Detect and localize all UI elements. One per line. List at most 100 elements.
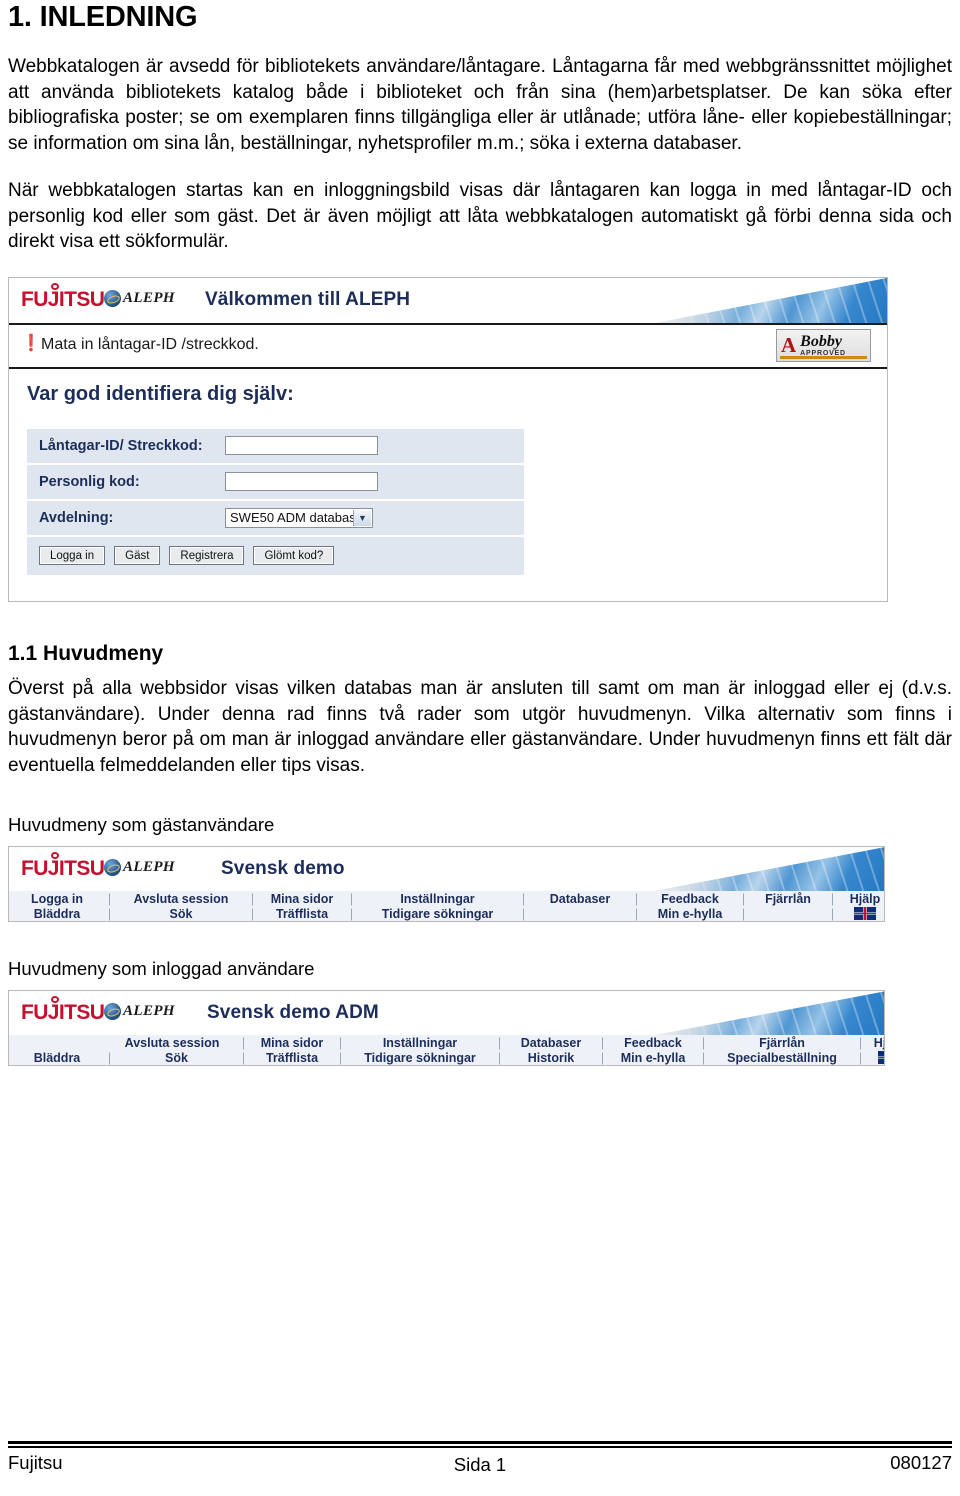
menu-item-avsluta-session[interactable]: Avsluta session [114,891,248,906]
menu-item-tidigare-sokningar[interactable]: Tidigare sökningar [345,1050,495,1065]
guest-header-title: Svensk demo [221,858,345,880]
menu-item-specialbestallning[interactable]: Specialbeställning [708,1050,856,1065]
document-page: 1. INLEDNING Webbkatalogen är avsedd för… [0,0,960,1496]
menu-item-installningar[interactable]: Inställningar [345,1035,495,1050]
fujitsu-logo: FUJITSU [21,282,105,310]
login-screenshot: FUJITSU ALEPH Välkommen till ALEPH ❗ Mat… [8,276,888,602]
login-button[interactable]: Logga in [39,546,106,566]
message-strip [9,1065,884,1066]
caption-guest-menu: Huvudmeny som gästanvändare [8,814,275,836]
header-photo [544,991,884,1036]
department-label: Avdelning: [27,499,219,537]
aleph-logo: ALEPH [104,1003,176,1021]
menu-separator: | [521,906,526,921]
fujitsu-dot-icon [51,282,59,290]
menu-separator: | [497,1035,502,1050]
form-row-buttons: Logga in Gäst Registrera Glömt kod? [27,535,524,577]
menu-item-mina-sidor[interactable]: Mina sidor [248,1035,336,1050]
menu-item-installningar[interactable]: Inställningar [356,891,519,906]
password-input[interactable] [225,472,378,492]
guest-menu-row-2: Bläddra | Sök | Träfflista | Tidigare sö… [9,906,884,922]
warning-icon: ❗ [21,334,41,352]
department-select[interactable]: SWE50 ADM databas ▼ [225,507,373,528]
menu-item-fjarrlan[interactable]: Fjärrlån [708,1035,856,1050]
page-title: 1. INLEDNING [8,1,198,33]
logged-in-menu-row-1: Avsluta session | Mina sidor | Inställni… [9,1035,884,1051]
menu-separator: | [600,1035,605,1050]
menu-separator: | [107,1050,112,1065]
forgot-password-button[interactable]: Glömt kod? [253,546,335,566]
menu-item-databaser[interactable]: Databaser [504,1035,598,1050]
menu-item-hjalp[interactable]: Hjälp [837,891,884,906]
menu-item-databaser[interactable]: Databaser [528,891,632,906]
fujitsu-logo: FUJITSU [21,996,105,1023]
menu-separator: | [634,891,639,906]
menu-separator: | [741,891,746,906]
flag-uk-icon [878,1051,884,1065]
menu-item-historik[interactable]: Historik [504,1050,598,1065]
aleph-logo-text: ALEPH [123,859,176,876]
menu-item-feedback[interactable]: Feedback [607,1035,699,1050]
department-select-value: SWE50 ADM databas [230,510,356,526]
menu-separator: | [241,1050,246,1065]
language-switch[interactable] [865,1050,884,1065]
menu-item-feedback[interactable]: Feedback [641,891,739,906]
menu-item-sok[interactable]: Sök [114,1050,239,1065]
menu-item-fjarrlan[interactable]: Fjärrlån [748,891,828,906]
logged-in-header-band: FUJITSU ALEPH Svensk demo ADM [9,991,884,1036]
menu-separator: | [830,891,835,906]
menu-item-sok[interactable]: Sök [114,906,248,921]
logged-in-main-menu: Avsluta session | Mina sidor | Inställni… [9,1035,884,1066]
guest-button[interactable]: Gäst [114,546,161,566]
bobby-name-text: Bobby [800,332,842,350]
aleph-globe-icon [104,289,121,307]
section-1-1-heading: 1.1 Huvudmeny [8,641,164,665]
menu-item-tidigare-sokningar[interactable]: Tidigare sökningar [356,906,519,921]
register-button[interactable]: Registrera [169,546,245,566]
menu-item-min-e-hylla[interactable]: Min e-hylla [641,906,739,921]
menu-separator: | [521,891,526,906]
footer-rule [8,1441,952,1444]
patron-id-input[interactable] [225,436,378,456]
menu-item-mina-sidor[interactable]: Mina sidor [257,891,347,906]
menu-item-empty-0 [9,1035,105,1050]
menu-separator: | [701,1035,706,1050]
aleph-logo-text: ALEPH [123,1003,176,1020]
caption-logged-in-menu: Huvudmeny som inloggad användare [8,958,315,980]
message-strip [9,921,884,922]
intro-paragraph-1: Webbkatalogen är avsedd för bibliotekets… [8,56,952,154]
menu-separator: | [830,906,835,921]
menu-item-avsluta-session[interactable]: Avsluta session [105,1035,239,1050]
identify-heading: Var god identifiera dig själv: [27,382,294,405]
menu-item-trafflista[interactable]: Träfflista [248,1050,336,1065]
intro-paragraph-2: När webbkatalogen startas kan en inloggn… [8,180,952,253]
menu-separator: | [600,1050,605,1065]
menu-item-hjalp[interactable]: Hjälp [865,1035,884,1050]
aleph-logo: ALEPH [104,289,176,307]
footer-page-number: Sida 1 [453,1454,507,1475]
patron-id-label: Låntagar-ID/ Streckkod: [27,428,219,465]
menu-item-logga-in[interactable]: Logga in [9,891,105,906]
menu-item-min-e-hylla[interactable]: Min e-hylla [607,1050,699,1065]
section-1-1-paragraph: Överst på alla webbsidor visas vilken da… [8,678,952,776]
language-switch[interactable] [837,906,884,921]
bobby-bar [780,355,867,359]
menu-item-trafflista[interactable]: Träfflista [257,906,347,921]
message-text: Mata in låntagar-ID /streckkod. [41,335,259,353]
menu-item-blaeddra[interactable]: Bläddra [9,906,105,921]
menu-separator: | [338,1050,343,1065]
guest-header-band: FUJITSU ALEPH Svensk demo [9,847,884,892]
chevron-down-icon: ▼ [353,509,371,526]
bobby-approved-badge[interactable]: A Bobby APPROVED [776,328,871,362]
menu-separator: | [497,1050,502,1065]
menu-separator: | [741,906,746,921]
menu-item-blaeddra[interactable]: Bläddra [9,1050,105,1065]
form-row-password: Personlig kod: [27,463,524,501]
login-header-title: Välkommen till ALEPH [205,288,411,310]
aleph-logo-text: ALEPH [123,289,176,306]
login-header-band: FUJITSU ALEPH Välkommen till ALEPH [9,277,887,323]
menu-separator: | [701,1050,706,1065]
menu-separator: | [858,1035,863,1050]
header-photo [544,847,884,892]
logged-in-menu-row-2: Bläddra | Sök | Träfflista | Tidigare sö… [9,1050,884,1066]
